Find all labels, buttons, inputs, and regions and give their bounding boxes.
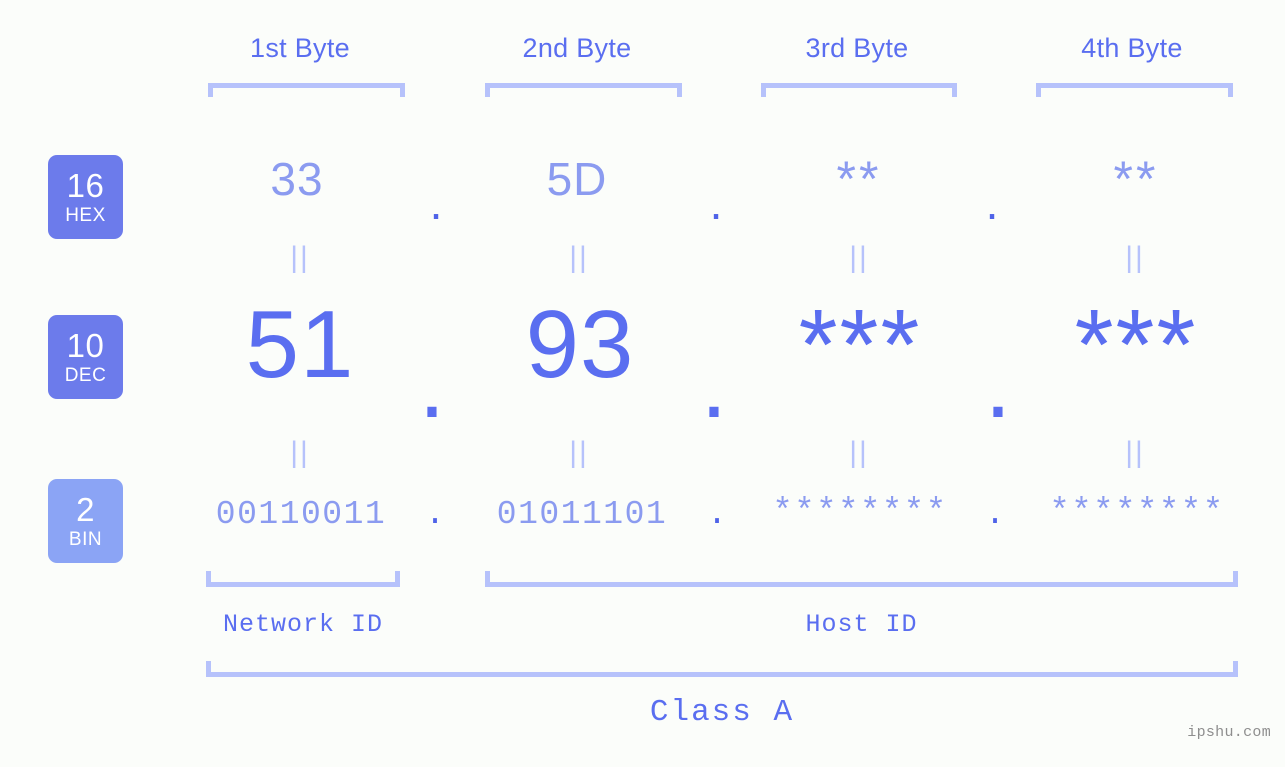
byte-bracket-3 xyxy=(761,83,957,97)
ip-address-breakdown-diagram: 1st Byte 2nd Byte 3rd Byte 4th Byte 16 H… xyxy=(0,0,1285,767)
badge-dec-number: 10 xyxy=(66,327,105,364)
dec-separator-3: . xyxy=(984,331,1012,438)
dec-separator-1: . xyxy=(418,331,446,438)
network-id-label: Network ID xyxy=(222,610,384,639)
badge-dec: 10 DEC xyxy=(48,315,123,399)
dec-byte-2: 93 xyxy=(525,291,635,398)
bin-byte-4: ******** xyxy=(1049,494,1225,532)
badge-hex-number: 16 xyxy=(66,167,105,204)
site-watermark: ipshu.com xyxy=(1187,724,1271,741)
hex-separator-2: . xyxy=(709,177,723,229)
hex-byte-2: 5D xyxy=(546,153,608,205)
badge-hex: 16 HEX xyxy=(48,155,123,239)
equals-connector-dec-bin-2: || xyxy=(569,436,589,469)
dec-byte-4: *** xyxy=(1074,289,1198,401)
byte-header-4: 4th Byte xyxy=(1081,33,1183,63)
byte-header-3: 3rd Byte xyxy=(805,33,909,63)
class-label: Class A xyxy=(649,695,795,730)
bin-separator-1: . xyxy=(425,496,445,533)
host-id-label: Host ID xyxy=(805,610,918,639)
byte-header-2: 2nd Byte xyxy=(522,33,632,63)
equals-connector-hex-dec-4: || xyxy=(1125,241,1145,274)
hex-byte-4: ** xyxy=(1113,151,1159,207)
hex-byte-3: ** xyxy=(836,151,882,207)
badge-bin-system: BIN xyxy=(68,529,103,550)
equals-connector-dec-bin-3: || xyxy=(849,436,869,469)
bin-byte-3: ******** xyxy=(772,494,948,532)
equals-connector-hex-dec-2: || xyxy=(569,241,589,274)
badge-bin: 2 BIN xyxy=(48,479,123,563)
equals-connector-dec-bin-4: || xyxy=(1125,436,1145,469)
badge-hex-system: HEX xyxy=(65,205,106,226)
byte-bracket-2 xyxy=(485,83,682,97)
byte-header-1: 1st Byte xyxy=(250,33,350,63)
hex-separator-1: . xyxy=(429,177,443,229)
dec-separator-2: . xyxy=(700,331,728,438)
bin-separator-2: . xyxy=(707,496,727,533)
dec-byte-3: *** xyxy=(798,289,922,401)
bin-byte-1: 00110011 xyxy=(215,496,387,533)
bin-byte-2: 01011101 xyxy=(496,496,668,533)
bin-separator-3: . xyxy=(985,496,1005,533)
hex-byte-1: 33 xyxy=(270,153,324,205)
badge-bin-number: 2 xyxy=(76,491,95,528)
equals-connector-dec-bin-1: || xyxy=(290,436,310,469)
dec-byte-1: 51 xyxy=(245,291,355,398)
badge-dec-system: DEC xyxy=(64,365,107,386)
host-id-bracket xyxy=(485,571,1238,587)
class-bracket xyxy=(206,661,1238,677)
byte-bracket-4 xyxy=(1036,83,1233,97)
byte-bracket-1 xyxy=(208,83,405,97)
equals-connector-hex-dec-3: || xyxy=(849,241,869,274)
network-id-bracket xyxy=(206,571,400,587)
hex-separator-3: . xyxy=(985,177,999,229)
equals-connector-hex-dec-1: || xyxy=(290,241,310,274)
